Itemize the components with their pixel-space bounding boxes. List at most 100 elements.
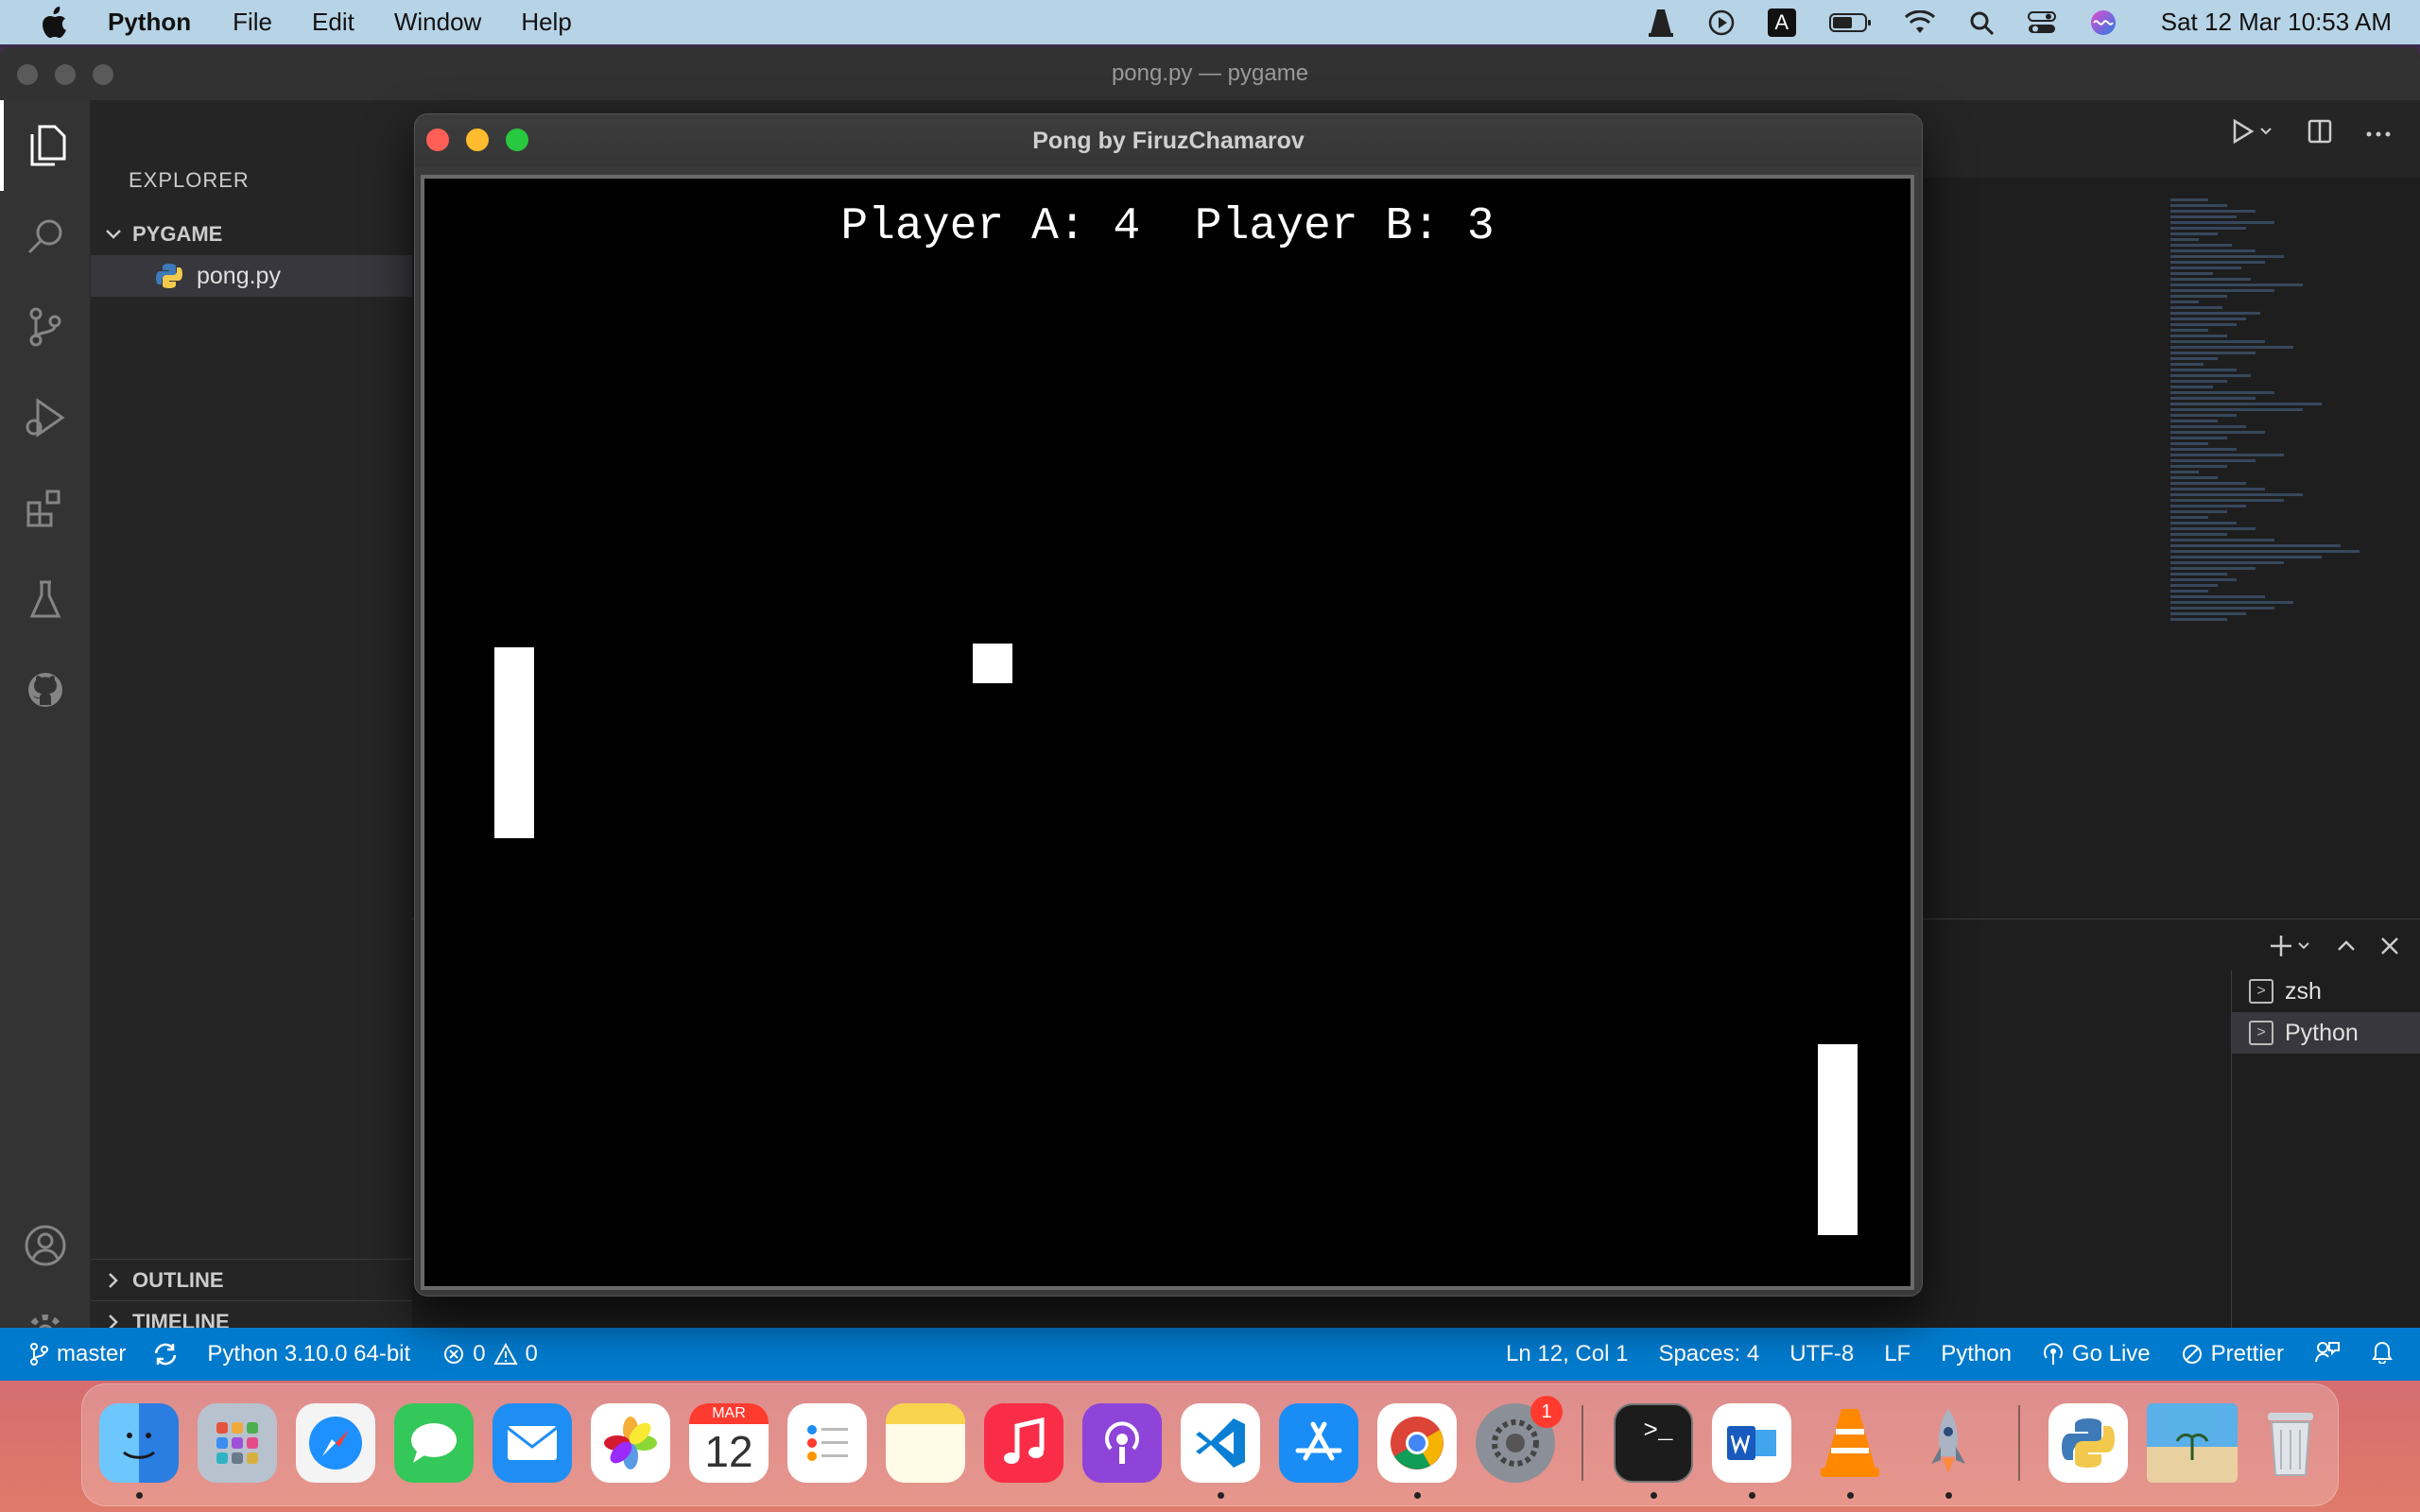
encoding-status[interactable]: UTF-8 [1789,1341,1854,1367]
more-actions-icon[interactable] [2365,126,2392,143]
python-launcher-icon[interactable] [2048,1403,2128,1483]
minimap-line [2170,318,2246,320]
run-python-icon[interactable] [2231,117,2274,150]
folder-pygame-header[interactable]: PYGAME [91,214,412,255]
photos-icon[interactable] [591,1403,670,1483]
minimap-line [2170,471,2199,473]
rocket-icon[interactable] [1909,1403,1988,1483]
prettier-button[interactable]: Prettier [2181,1341,2284,1367]
problems-status[interactable]: 0 0 [442,1341,538,1367]
editor-actions [2231,117,2392,150]
apple-logo-icon[interactable] [40,6,74,39]
notifications-bell-icon[interactable] [2371,1339,2394,1370]
file-pong-py[interactable]: pong.py [91,255,412,297]
split-editor-icon[interactable] [2307,118,2333,149]
music-icon[interactable] [984,1403,1063,1483]
zoom-button[interactable] [93,64,113,85]
eol-status[interactable]: LF [1884,1341,1910,1367]
feedback-icon[interactable] [2314,1339,2341,1370]
pong-window-title: Pong by FiruzChamarov [1032,127,1305,154]
trash-icon[interactable] [2251,1403,2330,1483]
mail-icon[interactable] [493,1403,572,1483]
wifi-icon[interactable] [1904,9,1936,35]
extensions-icon[interactable] [0,463,91,554]
git-branch-icon [30,1343,48,1366]
minimap-line [2170,465,2227,468]
system-preferences-icon[interactable]: 1 [1476,1396,1563,1483]
cursor-position[interactable]: Ln 12, Col 1 [1506,1341,1628,1367]
reminders-icon[interactable] [787,1403,867,1483]
safari-icon[interactable] [296,1403,375,1483]
control-center-icon[interactable] [2027,9,2057,36]
menu-window[interactable]: Window [394,8,481,37]
word-icon[interactable] [1712,1403,1791,1483]
file-name: pong.py [197,262,281,289]
sync-icon[interactable] [152,1342,179,1366]
notes-icon[interactable] [886,1403,965,1483]
preview-icon[interactable] [2147,1403,2238,1483]
language-mode[interactable]: Python [1941,1341,2012,1367]
minimap-line [2170,266,2241,269]
messages-icon[interactable] [394,1403,474,1483]
go-live-button[interactable]: Go Live [2042,1341,2151,1367]
search-icon[interactable] [0,191,91,282]
terminal-python[interactable]: > Python [2232,1012,2420,1054]
battery-icon[interactable] [1828,11,1872,34]
indentation-status[interactable]: Spaces: 4 [1658,1341,1759,1367]
run-debug-icon[interactable] [0,372,91,463]
chrome-icon[interactable] [1377,1403,1457,1483]
running-indicator [1945,1492,1952,1499]
calendar-icon[interactable]: MAR 12 [689,1403,769,1483]
siri-icon[interactable] [2089,9,2118,37]
menu-file[interactable]: File [233,8,272,37]
outline-section[interactable]: OUTLINE [91,1259,412,1300]
minimap-line [2170,595,2265,598]
running-indicator [136,1492,143,1499]
explorer-title: EXPLORER [129,168,250,192]
vscode-traffic-lights [17,64,113,85]
minimize-button[interactable] [55,64,76,85]
outline-label: OUTLINE [132,1267,224,1292]
launchpad-icon[interactable] [198,1403,277,1483]
minimap-line [2170,238,2199,241]
minimap-line [2170,272,2213,275]
terminal-icon[interactable]: >_ [1614,1403,1693,1483]
menu-help[interactable]: Help [521,8,571,37]
close-panel-icon[interactable] [2378,935,2401,962]
pong-zoom-button[interactable] [506,129,528,151]
python-interpreter-status[interactable]: Python 3.10.0 64-bit [207,1341,410,1367]
minimap-line [2170,363,2204,366]
pong-close-button[interactable] [426,129,449,151]
minimap-line [2170,539,2274,541]
vscode-icon[interactable] [1181,1403,1260,1483]
play-circle-icon[interactable] [1707,9,1736,37]
pong-canvas[interactable]: Player A: 4 Player B: 3 [421,175,1914,1290]
menu-app-python[interactable]: Python [108,8,191,37]
accounts-icon[interactable] [0,1200,91,1291]
source-control-icon[interactable] [0,282,91,372]
pong-minimize-button[interactable] [466,129,489,151]
github-icon[interactable] [0,644,91,735]
pong-titlebar[interactable]: Pong by FiruzChamarov [415,114,1922,167]
app-store-icon[interactable] [1279,1403,1358,1483]
explorer-icon[interactable] [0,100,91,191]
vlc-menubar-icon[interactable] [1647,8,1675,38]
minimap[interactable] [2170,198,2397,869]
menubar-clock[interactable]: Sat 12 Mar 10:53 AM [2161,8,2392,37]
close-button[interactable] [17,64,38,85]
minimap-line [2170,386,2213,388]
vlc-icon[interactable] [1810,1403,1890,1483]
minimap-line [2170,499,2284,502]
finder-icon[interactable] [99,1403,179,1483]
menu-edit[interactable]: Edit [312,8,354,37]
git-branch-status[interactable]: master [28,1341,126,1367]
input-source-icon[interactable]: A [1767,8,1796,37]
testing-flask-icon[interactable] [0,554,91,644]
terminal-zsh[interactable]: > zsh [2232,971,2420,1012]
running-indicator [1847,1492,1854,1499]
podcasts-icon[interactable] [1082,1403,1162,1483]
maximize-panel-icon[interactable] [2335,935,2358,962]
minimap-line [2170,561,2284,564]
spotlight-search-icon[interactable] [1968,9,1995,36]
new-terminal-icon[interactable] [2269,933,2314,964]
